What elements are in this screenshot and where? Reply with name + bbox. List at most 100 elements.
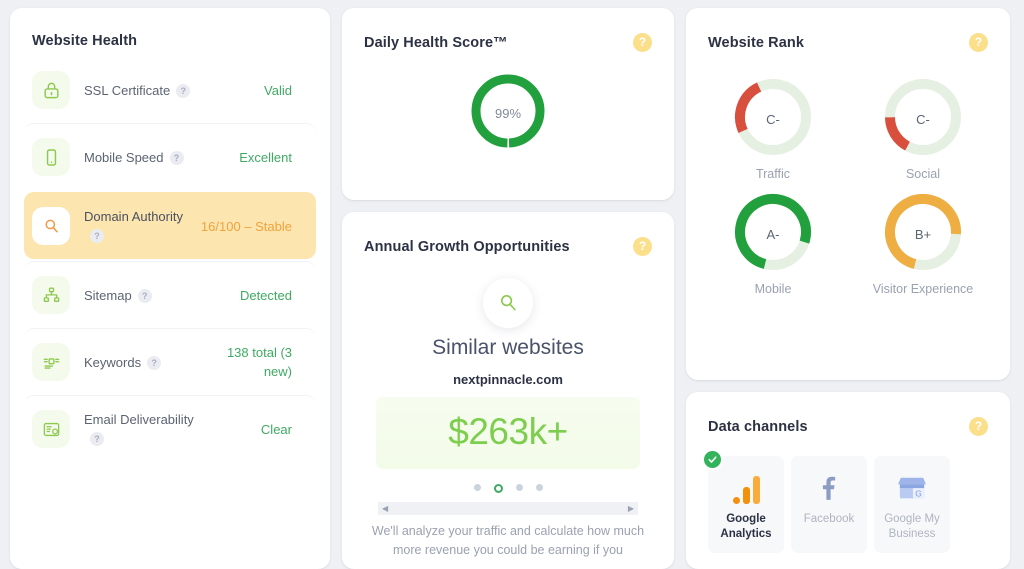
score-value: 99% — [494, 106, 522, 121]
mobile-icon — [32, 138, 70, 176]
gauge-ring: C- — [730, 74, 816, 165]
website-rank-gauges: C- Traffic C- Social A- Mobile B+ Visito… — [686, 60, 1010, 320]
health-label: Mobile Speed? — [70, 148, 200, 167]
scroll-left-arrow-icon[interactable]: ◀ — [382, 504, 388, 513]
daily-health-score-title: Daily Health Score™ — [364, 34, 508, 51]
help-icon[interactable]: ? — [147, 355, 162, 370]
carousel-dot-4[interactable] — [535, 484, 543, 491]
carousel-dot-2[interactable] — [493, 484, 503, 493]
carousel-dot-3[interactable] — [515, 484, 523, 491]
similar-websites-heading: Similar websites — [432, 336, 584, 359]
gauge-ring: B+ — [873, 189, 974, 280]
carousel-dots — [362, 484, 654, 493]
help-icon[interactable]: ? — [969, 417, 988, 436]
annual-growth-header: Annual Growth Opportunities ? — [342, 212, 674, 264]
health-label: Sitemap? — [70, 286, 200, 305]
carousel-dot-1[interactable] — [473, 484, 481, 491]
data-channels-title: Data channels — [708, 418, 808, 435]
right-column: Website Rank ? C- Traffic C- Social A- M… — [686, 8, 1010, 569]
horizontal-scrollbar[interactable]: ◀ ▶ — [378, 502, 638, 515]
data-channels-cta-wrap — [686, 553, 1010, 569]
gauge-traffic[interactable]: C- Traffic — [730, 74, 816, 181]
channel-google-my-business[interactable]: G Google My Business — [874, 456, 950, 553]
health-value: Excellent — [239, 149, 292, 165]
gauge-grade: C- — [916, 112, 930, 127]
help-icon[interactable]: ? — [90, 229, 104, 243]
google-analytics-icon — [712, 470, 780, 508]
help-icon[interactable]: ? — [90, 432, 104, 446]
health-row-mobile-speed[interactable]: Mobile Speed? Excellent — [24, 123, 316, 190]
health-value: Valid — [264, 82, 292, 98]
health-label-text: Sitemap — [84, 287, 132, 303]
health-label: Domain Authority? — [70, 207, 200, 245]
website-health-header: Website Health — [10, 8, 330, 57]
magnifier-icon — [483, 278, 533, 328]
gauge-mobile[interactable]: A- Mobile — [730, 189, 816, 296]
data-channels-header: Data channels ? — [686, 392, 1010, 444]
growth-amount-box: $263k+ — [376, 397, 640, 469]
health-label-text: Domain Authority — [84, 209, 183, 224]
data-channels-card: Data channels ? Google Analytics Faceboo… — [686, 392, 1010, 569]
channel-facebook[interactable]: Facebook — [791, 456, 867, 553]
health-label-text: Email Deliverability — [84, 412, 194, 427]
health-value: 16/100 – Stable — [200, 218, 292, 234]
annual-growth-note: We'll analyze your traffic and calculate… — [371, 524, 645, 557]
gauge-visitor-experience[interactable]: B+ Visitor Experience — [872, 189, 974, 296]
health-row-ssl-certificate[interactable]: SSL Certificate? Valid — [24, 57, 316, 123]
gauge-grade: C- — [766, 112, 780, 127]
score-donut: 99% — [467, 70, 549, 157]
daily-health-score-card: Daily Health Score™ ? 99% — [342, 8, 674, 200]
health-label: Email Deliverability? — [70, 410, 200, 448]
website-rank-title: Website Rank — [708, 34, 805, 51]
health-row-domain-authority[interactable]: Domain Authority? 16/100 – Stable — [24, 192, 316, 259]
magnifier-icon — [32, 207, 70, 245]
left-column: Website Health SSL Certificate? Valid Mo… — [10, 8, 330, 569]
gauge-label: Visitor Experience — [872, 282, 974, 296]
gauge-grade: A- — [766, 227, 780, 242]
health-row-sitemap[interactable]: Sitemap? Detected — [24, 261, 316, 328]
website-health-card: Website Health SSL Certificate? Valid Mo… — [10, 8, 330, 569]
gauge-grade: B+ — [914, 227, 932, 242]
channel-label: Facebook — [803, 513, 855, 525]
daily-health-score-header: Daily Health Score™ ? — [342, 8, 674, 60]
help-icon[interactable]: ? — [633, 237, 652, 256]
gauge-label: Social — [905, 167, 941, 181]
health-value: Detected — [239, 287, 292, 303]
dashboard-page: Website Health SSL Certificate? Valid Mo… — [0, 0, 1024, 569]
help-icon[interactable]: ? — [176, 83, 191, 98]
google-my-business-icon: G — [878, 470, 946, 508]
website-health-list: SSL Certificate? Valid Mobile Speed? Exc… — [10, 57, 330, 468]
gauge-social[interactable]: C- Social — [880, 74, 966, 181]
health-row-keywords[interactable]: Keywords? 138 total (3 new) — [24, 328, 316, 395]
annual-growth-body: Similar websites nextpinnacle.com $263k+… — [342, 264, 674, 560]
lock-icon — [32, 71, 70, 109]
website-rank-card: Website Rank ? C- Traffic C- Social A- M… — [686, 8, 1010, 380]
health-value: Clear — [260, 421, 292, 437]
help-icon[interactable]: ? — [633, 33, 652, 52]
sitemap-icon — [32, 276, 70, 314]
health-label-text: Keywords — [84, 354, 142, 370]
health-row-email-deliverability[interactable]: Email Deliverability? Clear — [24, 395, 316, 462]
facebook-icon — [795, 470, 863, 508]
check-icon — [702, 449, 723, 470]
help-icon[interactable]: ? — [169, 150, 184, 165]
help-icon[interactable]: ? — [137, 288, 152, 303]
keywords-icon — [32, 343, 70, 381]
help-icon[interactable]: ? — [969, 33, 988, 52]
health-value: 138 total (3 new) — [226, 345, 292, 379]
health-label-text: SSL Certificate — [84, 82, 171, 98]
channel-google-analytics[interactable]: Google Analytics — [702, 449, 784, 553]
channel-label: Google Analytics — [720, 513, 772, 540]
email-icon — [32, 410, 70, 448]
similar-website-domain: nextpinnacle.com — [453, 372, 563, 387]
growth-amount: $263k+ — [448, 411, 568, 452]
page-title: Website Health — [32, 33, 138, 49]
gauge-label: Traffic — [755, 167, 791, 181]
health-label: Keywords? — [70, 353, 200, 372]
gauge-label: Mobile — [754, 282, 792, 296]
data-channels-list: Google Analytics Facebook G Google My Bu… — [686, 444, 1010, 553]
daily-health-score-chart: 99% — [342, 60, 674, 185]
annual-growth-card: Annual Growth Opportunities ? Similar we… — [342, 212, 674, 569]
middle-column: Daily Health Score™ ? 99% Annual Growth … — [342, 8, 674, 569]
scroll-right-arrow-icon[interactable]: ▶ — [628, 504, 634, 513]
